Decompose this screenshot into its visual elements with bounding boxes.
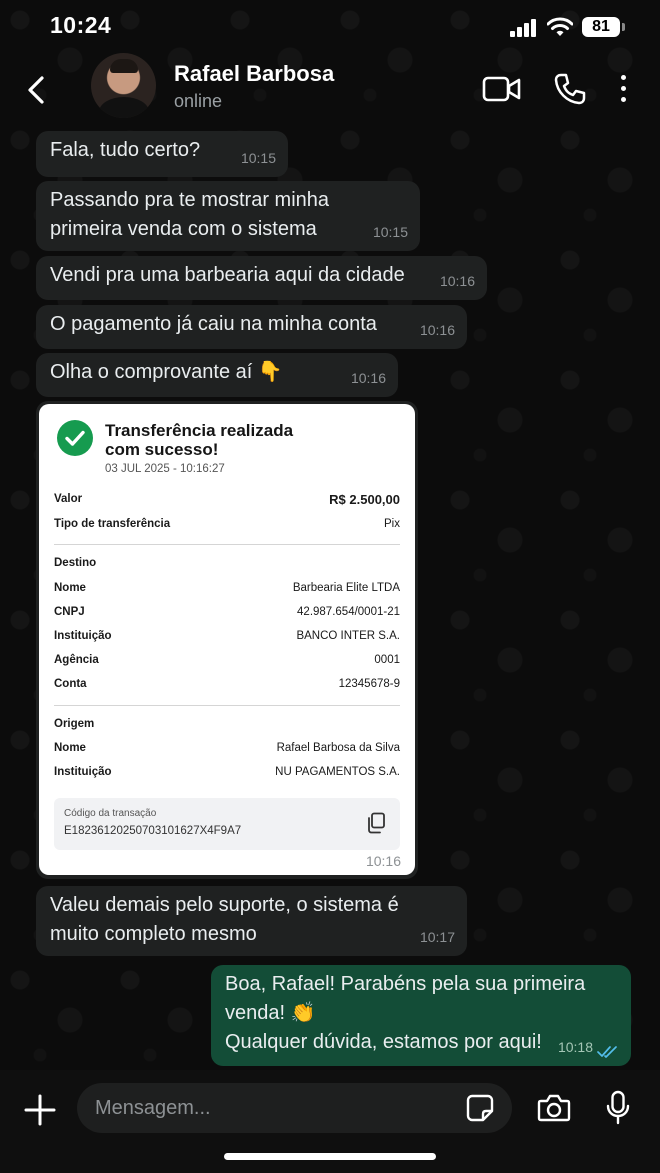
contact-name[interactable]: Rafael Barbosa — [174, 61, 334, 87]
status-time: 10:24 — [50, 12, 112, 38]
copy-icon[interactable] — [366, 812, 386, 834]
chat-header: Rafael Barbosa online — [0, 52, 660, 122]
row-value: Rafael Barbosa da Silva — [276, 742, 400, 754]
row-label: Instituição — [54, 766, 112, 778]
row-value: Barbearia Elite LTDA — [292, 582, 400, 594]
message-bubble-outgoing[interactable]: Boa, Rafael! Parabéns pela sua primeira … — [211, 965, 631, 1066]
receipt-row-cnpj: CNPJ 42.987.654/0001-21 — [54, 606, 400, 624]
contact-status: online — [174, 91, 223, 111]
receipt-row-tipo: Tipo de transferência Pix — [54, 518, 400, 536]
row-value: BANCO INTER S.A. — [296, 630, 400, 642]
row-label: CNPJ — [54, 606, 85, 618]
receipt-row-instituicao: Instituição NU PAGAMENTOS S.A. — [54, 766, 400, 784]
home-indicator — [224, 1153, 436, 1160]
message-time: 10:15 — [372, 224, 408, 240]
message-bubble-incoming[interactable]: Fala, tudo certo? 10:15 — [36, 131, 288, 177]
row-value: 0001 — [374, 654, 400, 666]
transfer-receipt[interactable]: Transferência realizada com sucesso! 03 … — [39, 404, 415, 875]
message-time: 10:16 — [439, 273, 475, 289]
divider — [54, 705, 400, 706]
message-text: Olha o comprovante aí 👇 — [50, 361, 283, 383]
message-text: O pagamento já caiu na minha conta — [50, 313, 377, 335]
code-label: Código da transação — [64, 808, 157, 819]
phone-call-icon[interactable] — [553, 72, 587, 106]
message-time: 10:18 — [557, 1039, 593, 1055]
row-value: 12345678-9 — [338, 678, 400, 690]
row-value: R$ 2.500,00 — [329, 492, 400, 507]
section-destino: Destino — [54, 557, 97, 569]
camera-icon[interactable] — [537, 1093, 571, 1123]
transaction-code-box: Código da transação E1823612025070310162… — [54, 798, 400, 850]
row-label: Nome — [54, 742, 86, 754]
row-label: Agência — [54, 654, 99, 666]
row-value: Pix — [384, 518, 400, 530]
message-bubble-incoming[interactable]: Valeu demais pelo suporte, o sistema é m… — [36, 886, 467, 956]
read-receipt-icon — [597, 1046, 617, 1058]
message-time: 10:16 — [419, 322, 455, 338]
receipt-row-instituicao: Instituição BANCO INTER S.A. — [54, 630, 400, 648]
image-message-receipt[interactable]: Transferência realizada com sucesso! 03 … — [36, 401, 418, 879]
status-bar: 10:24 81 — [0, 0, 660, 52]
message-time: 10:15 — [240, 150, 276, 166]
success-check-icon — [57, 420, 93, 456]
row-value: 42.987.654/0001-21 — [297, 606, 400, 618]
row-label: Tipo de transferência — [54, 518, 171, 530]
contact-avatar[interactable] — [91, 53, 156, 118]
battery-indicator: 81 — [582, 17, 620, 37]
message-text: Valeu demais pelo suporte, o sistema é m… — [50, 894, 399, 945]
message-bubble-incoming[interactable]: Passando pra te mostrar minha primeira v… — [36, 181, 420, 251]
message-text: Passando pra te mostrar minha primeira v… — [50, 189, 330, 240]
row-label: Nome — [54, 582, 86, 594]
row-label: Conta — [54, 678, 87, 690]
wifi-icon — [547, 17, 573, 36]
row-label: Valor — [54, 493, 83, 505]
message-bubble-incoming[interactable]: Vendi pra uma barbearia aqui da cidade 1… — [36, 256, 487, 300]
video-call-icon[interactable] — [482, 74, 522, 104]
message-bubble-incoming[interactable]: O pagamento já caiu na minha conta 10:16 — [36, 305, 467, 349]
receipt-row-valor: Valor R$ 2.500,00 — [54, 492, 400, 511]
message-bubble-incoming[interactable]: Olha o comprovante aí 👇 10:16 — [36, 353, 398, 397]
receipt-title: Transferência realizada com sucesso! — [105, 421, 294, 459]
section-origem: Origem — [54, 718, 95, 730]
message-text: Vendi pra uma barbearia aqui da cidade — [50, 264, 405, 286]
message-time: 10:17 — [419, 929, 455, 945]
receipt-row-nome: Nome Rafael Barbosa da Silva — [54, 742, 400, 760]
cellular-signal-icon — [510, 19, 538, 37]
transaction-code: E18236120250703101627X4F9A7 — [64, 825, 242, 837]
divider — [54, 544, 400, 545]
message-time: 10:16 — [365, 853, 401, 869]
battery-tip — [622, 23, 625, 31]
sticker-icon[interactable] — [466, 1094, 494, 1122]
receipt-row-conta: Conta 12345678-9 — [54, 678, 400, 696]
more-options-icon[interactable] — [618, 74, 630, 104]
row-label: Instituição — [54, 630, 112, 642]
message-time: 10:16 — [350, 370, 386, 386]
microphone-icon[interactable] — [605, 1090, 631, 1126]
message-input[interactable] — [77, 1083, 512, 1133]
back-arrow-icon[interactable] — [22, 70, 52, 110]
receipt-date: 03 JUL 2025 - 10:16:27 — [105, 463, 225, 475]
row-value: NU PAGAMENTOS S.A. — [275, 766, 400, 778]
receipt-row-agencia: Agência 0001 — [54, 654, 400, 672]
plus-icon[interactable] — [24, 1094, 56, 1126]
receipt-row-nome: Nome Barbearia Elite LTDA — [54, 582, 400, 600]
